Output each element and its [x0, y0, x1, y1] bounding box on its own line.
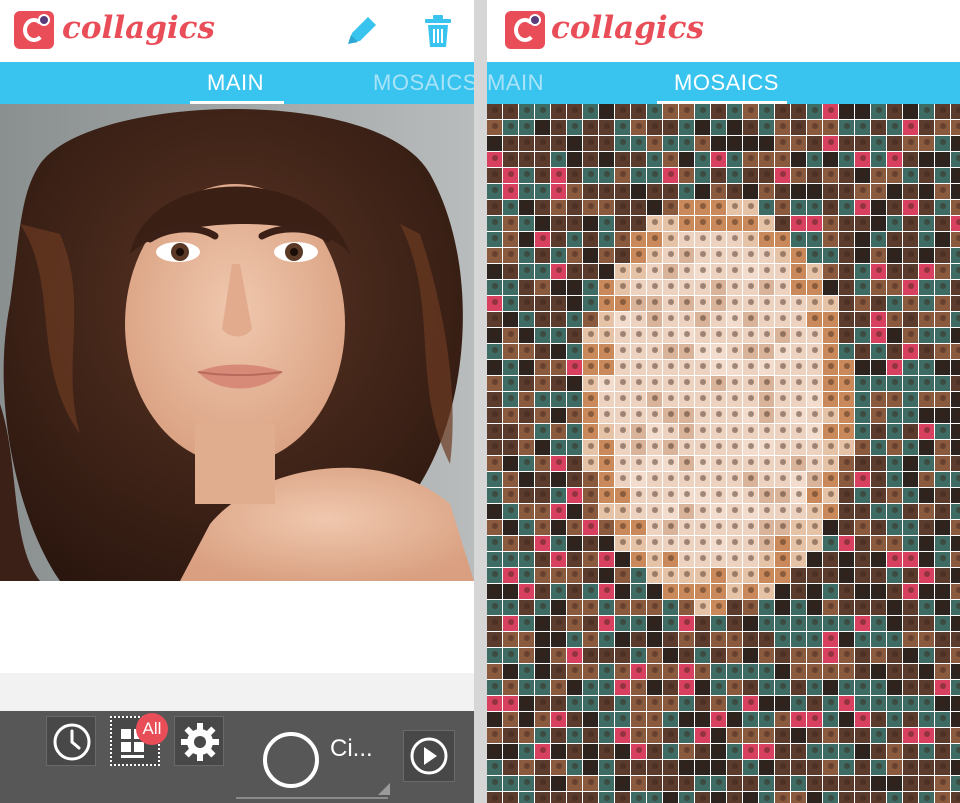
- gear-icon: [181, 723, 219, 761]
- pencil-icon[interactable]: [344, 14, 380, 48]
- dropdown-corner-icon: [378, 783, 390, 795]
- collagics-logo-icon: [14, 11, 54, 49]
- trash-icon[interactable]: [420, 14, 456, 48]
- app-brand-name: collagics: [62, 10, 215, 46]
- play-icon: [410, 737, 448, 775]
- app-header-right: collagics: [487, 0, 960, 62]
- tab-bar-right: MAIN MOSAICS: [487, 62, 960, 104]
- canvas-blank-area: [0, 581, 474, 673]
- tab-bar: MAIN MOSAICS: [0, 62, 474, 104]
- all-badge: All: [136, 713, 168, 745]
- effect-selector-label[interactable]: Ci...: [330, 735, 373, 763]
- settings-button[interactable]: [174, 716, 224, 766]
- tab-main[interactable]: MAIN: [207, 70, 264, 96]
- capture-button[interactable]: [263, 732, 319, 788]
- tab-main[interactable]: MAIN: [487, 70, 544, 96]
- app-brand-name: collagics: [551, 10, 704, 46]
- screen-divider: [474, 0, 487, 803]
- app-header: collagics: [0, 0, 474, 62]
- mosaic-result-image: [487, 104, 960, 803]
- tab-mosaics[interactable]: MOSAICS: [674, 70, 779, 96]
- history-button[interactable]: [46, 716, 96, 766]
- mosaic-screen: collagics MAIN MOSAICS: [487, 0, 960, 803]
- effect-selector-underline: [236, 797, 388, 799]
- bottom-toolbar: All Ci...: [0, 711, 474, 803]
- bottom-spacer: [0, 673, 474, 711]
- app-stage: collagics MAIN MOSAICS All Ci... collagi…: [0, 0, 960, 803]
- clock-icon: [53, 723, 91, 761]
- collagics-logo-icon: [505, 11, 545, 49]
- source-portrait-photo: [0, 104, 474, 581]
- main-screen: collagics MAIN MOSAICS All Ci...: [0, 0, 474, 803]
- play-button[interactable]: [403, 730, 455, 782]
- tab-mosaics[interactable]: MOSAICS: [373, 70, 474, 96]
